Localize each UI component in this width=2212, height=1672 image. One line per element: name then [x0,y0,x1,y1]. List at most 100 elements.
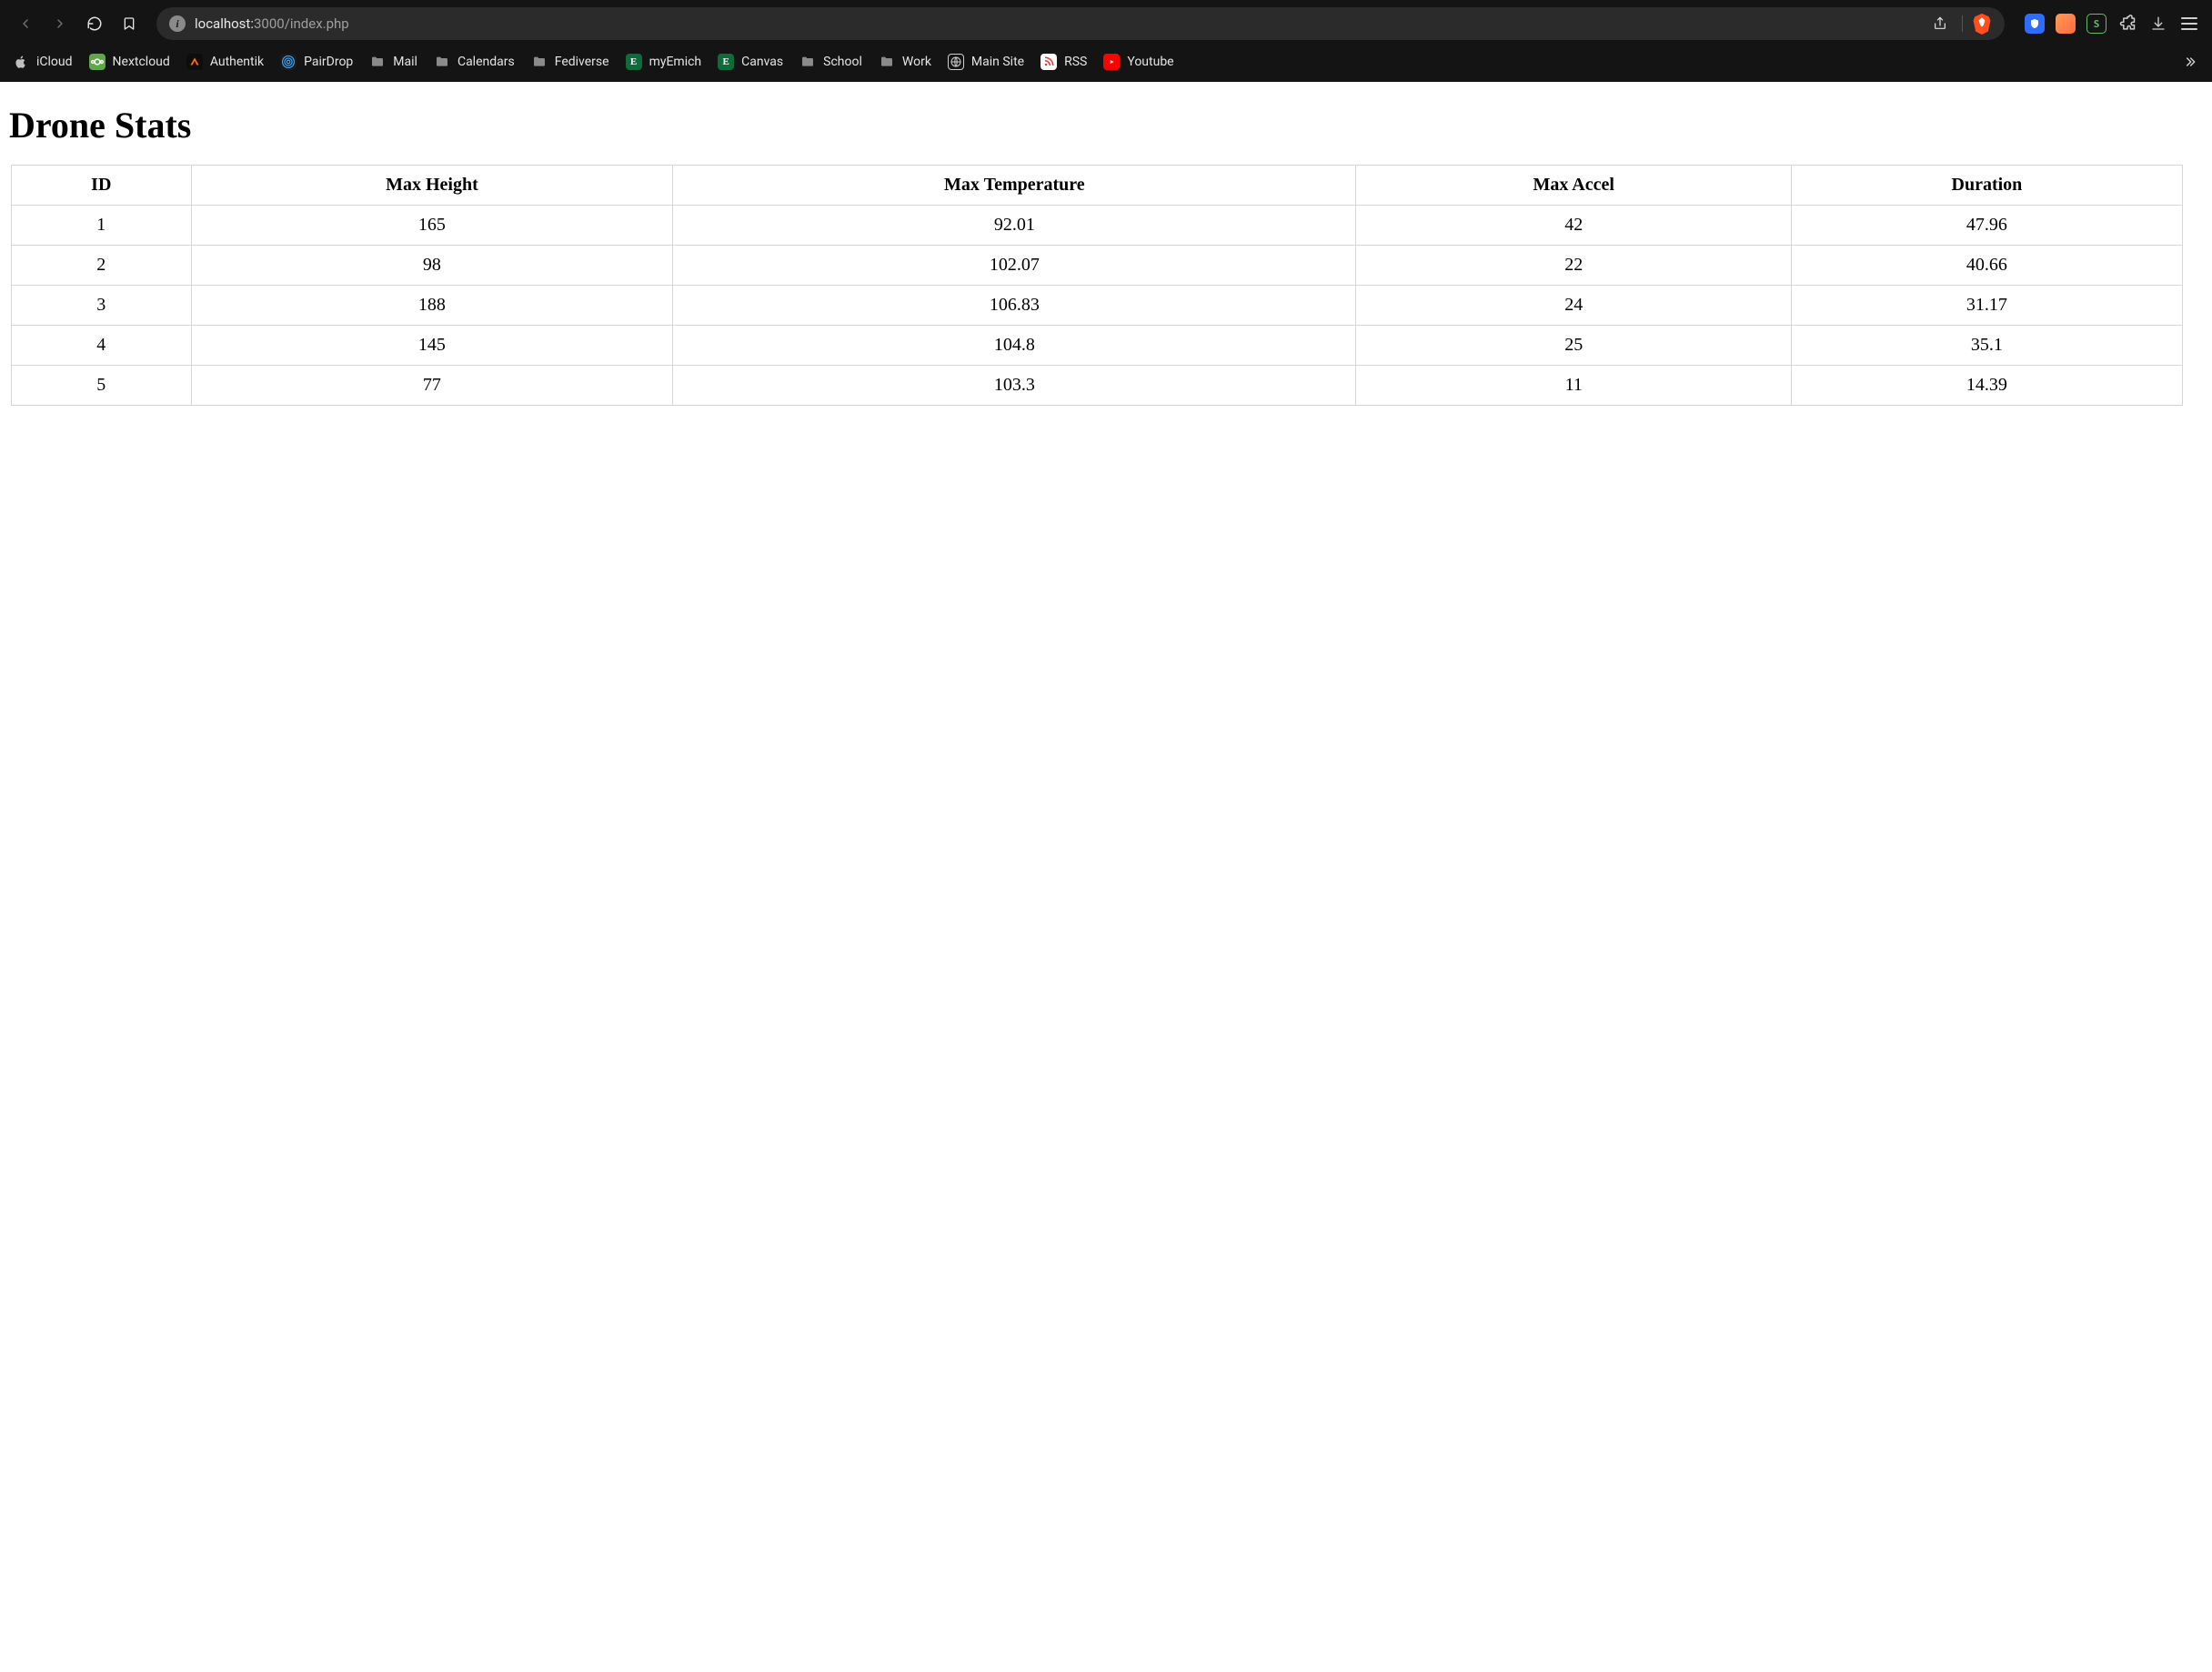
bookmark-label: Youtube [1127,55,1173,69]
table-row: 1 165 92.01 42 47.96 [12,206,2183,246]
drone-stats-table: ID Max Height Max Temperature Max Accel … [11,165,2183,406]
cell-max-accel: 42 [1356,206,1791,246]
share-button[interactable] [1927,11,1953,36]
bookmarks-bar: iCloud Nextcloud Authentik PairDrop Mail [0,45,2212,82]
col-max-temp: Max Temperature [673,166,1356,206]
chevron-left-icon [18,16,33,31]
bookmark-calendars[interactable]: Calendars [434,54,515,70]
brave-shields-button[interactable] [1972,13,1992,35]
cell-max-accel: 24 [1356,286,1791,326]
bookmark-label: School [823,55,862,69]
toolbar: i localhost:3000/index.php S [0,0,2212,45]
app-menu-button[interactable] [2179,14,2199,34]
bookmark-label: Canvas [741,55,783,69]
cell-max-temp: 106.83 [673,286,1356,326]
extension-orange-icon[interactable] [2056,14,2076,34]
address-bar[interactable]: i localhost:3000/index.php [156,7,2005,40]
bookmark-nextcloud[interactable]: Nextcloud [89,54,170,70]
rss-icon [1041,54,1057,70]
bookmark-pairdrop[interactable]: PairDrop [280,54,353,70]
back-button[interactable] [13,11,38,36]
bookmark-label: iCloud [36,55,73,69]
bookmark-youtube[interactable]: Youtube [1103,54,1173,70]
bookmark-canvas[interactable]: E Canvas [718,54,783,70]
cell-id: 4 [12,326,192,366]
cell-id: 5 [12,366,192,406]
pairdrop-icon [280,54,297,70]
url-host: localhost: [195,15,254,32]
chevron-right-icon [53,16,67,31]
emich-icon: E [626,54,642,70]
bookmark-fediverse[interactable]: Fediverse [531,54,609,70]
cell-max-accel: 22 [1356,246,1791,286]
site-info-icon[interactable]: i [169,15,186,32]
cell-max-accel: 11 [1356,366,1791,406]
globe-icon [948,54,964,70]
page-title: Drone Stats [9,104,2203,146]
cell-duration: 35.1 [1791,326,2182,366]
page-content: Drone Stats ID Max Height Max Temperatur… [0,82,2212,418]
bookmark-work[interactable]: Work [879,54,931,70]
bookmark-icloud[interactable]: iCloud [13,54,73,70]
extension-bitwarden-icon[interactable] [2025,14,2045,34]
bookmarks-overflow-button[interactable] [2181,55,2199,69]
folder-icon [799,54,816,70]
cell-max-temp: 102.07 [673,246,1356,286]
col-duration: Duration [1791,166,2182,206]
download-icon [2150,15,2167,32]
cell-duration: 47.96 [1791,206,2182,246]
cell-id: 3 [12,286,192,326]
reload-icon [86,15,103,32]
reload-button[interactable] [82,11,107,36]
cell-duration: 40.66 [1791,246,2182,286]
cell-max-temp: 92.01 [673,206,1356,246]
cell-max-accel: 25 [1356,326,1791,366]
forward-button[interactable] [47,11,73,36]
toolbar-right: S [2019,14,2199,34]
extensions-button[interactable] [2117,14,2137,34]
cell-max-temp: 103.3 [673,366,1356,406]
bookmark-label: RSS [1064,55,1087,69]
bookmark-mail[interactable]: Mail [369,54,417,70]
folder-icon [434,54,450,70]
folder-icon [879,54,895,70]
folder-icon [531,54,548,70]
shield-icon [2029,17,2040,30]
nextcloud-icon [89,54,106,70]
extension-s-icon[interactable]: S [2086,14,2106,34]
cell-max-height: 188 [191,286,673,326]
col-max-accel: Max Accel [1356,166,1791,206]
downloads-button[interactable] [2148,14,2168,34]
cell-max-height: 77 [191,366,673,406]
cell-max-temp: 104.8 [673,326,1356,366]
puzzle-icon [2118,15,2137,33]
bookmark-button[interactable] [116,11,142,36]
url-text: localhost:3000/index.php [195,15,349,32]
url-path: 3000/index.php [254,15,349,32]
bookmark-rss[interactable]: RSS [1041,54,1087,70]
bookmark-mainsite[interactable]: Main Site [948,54,1024,70]
address-bar-right [1927,11,1992,36]
bookmark-authentik[interactable]: Authentik [186,54,264,70]
apple-icon [13,54,29,70]
bookmark-myemich[interactable]: E myEmich [626,54,702,70]
brave-icon [1972,13,1992,35]
bookmark-label: Calendars [457,55,515,69]
divider [1962,15,1963,32]
folder-icon [369,54,386,70]
col-id: ID [12,166,192,206]
bookmark-label: PairDrop [304,55,353,69]
authentik-icon [186,54,203,70]
bookmark-label: Main Site [971,55,1024,69]
canvas-icon: E [718,54,734,70]
table-row: 4 145 104.8 25 35.1 [12,326,2183,366]
bookmark-school[interactable]: School [799,54,862,70]
chevron-double-right-icon [2181,55,2199,69]
youtube-icon [1103,54,1120,70]
cell-duration: 14.39 [1791,366,2182,406]
share-icon [1933,15,1947,32]
table-row: 2 98 102.07 22 40.66 [12,246,2183,286]
bookmark-label: Authentik [210,55,264,69]
cell-duration: 31.17 [1791,286,2182,326]
table-header-row: ID Max Height Max Temperature Max Accel … [12,166,2183,206]
